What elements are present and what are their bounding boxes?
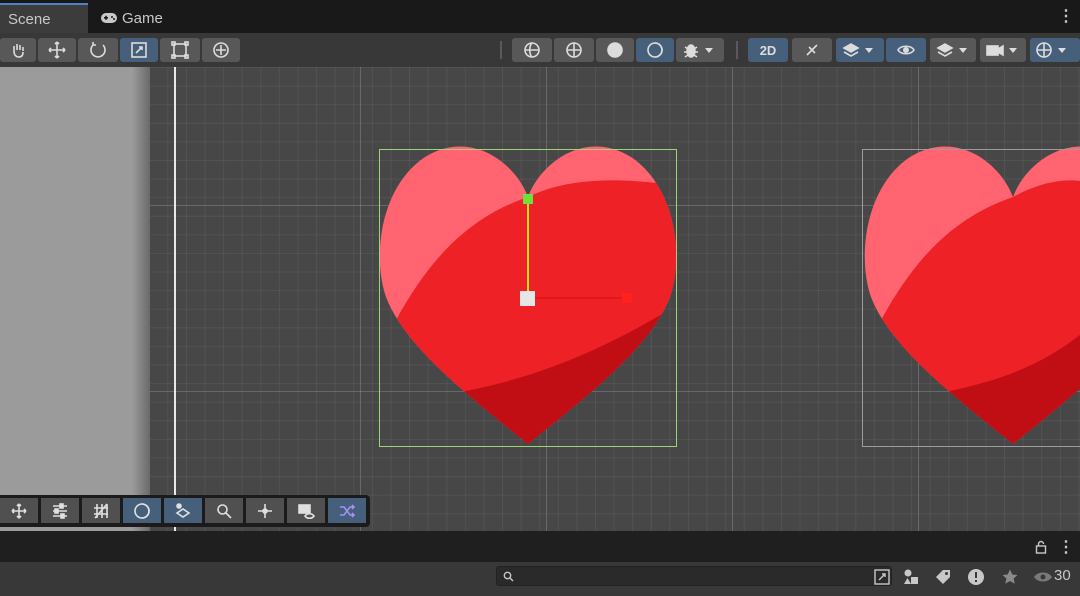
lighting-toggle-button[interactable] bbox=[792, 38, 832, 62]
eye-visibility-icon[interactable] bbox=[1033, 570, 1053, 584]
gizmo-center-handle[interactable] bbox=[520, 291, 535, 306]
move-icon bbox=[48, 41, 66, 59]
monitor-eye-icon bbox=[298, 503, 315, 519]
overlay-shuffle-button[interactable] bbox=[328, 498, 366, 523]
gizmo-x-handle[interactable] bbox=[622, 293, 632, 303]
tag-icon bbox=[936, 570, 950, 584]
debug-draw-dropdown[interactable] bbox=[676, 38, 724, 62]
light-off-icon bbox=[806, 44, 818, 56]
scene-visibility-button[interactable] bbox=[886, 38, 926, 62]
overlay-pivot-button[interactable] bbox=[246, 498, 284, 523]
camera-icon bbox=[986, 44, 1004, 57]
move-arrows-icon bbox=[11, 502, 27, 519]
hand-icon bbox=[13, 44, 24, 58]
lock-icon[interactable] bbox=[1035, 540, 1047, 554]
scene-objects bbox=[379, 127, 1080, 467]
sliders-icon bbox=[53, 502, 67, 519]
tab-bar: Scene Game ⋮ bbox=[0, 0, 1080, 33]
overlay-navmesh-button[interactable] bbox=[164, 498, 202, 523]
transform-tool-button[interactable] bbox=[202, 38, 240, 62]
bug-icon bbox=[684, 44, 698, 58]
tab-scene[interactable]: Scene bbox=[0, 3, 88, 33]
expand-search-icon bbox=[874, 569, 890, 585]
search-icon bbox=[503, 571, 514, 582]
camera-dropdown[interactable] bbox=[980, 38, 1026, 62]
lighting-icon bbox=[647, 42, 663, 58]
panel-menu-kebab-icon[interactable]: ⋮ bbox=[1058, 540, 1074, 556]
tab-scene-label: Scene bbox=[8, 10, 51, 28]
transform-icon bbox=[213, 42, 229, 58]
shaded-wireframe-icon bbox=[566, 42, 582, 58]
tab-game-label: Game bbox=[122, 9, 163, 27]
navigation-icon bbox=[175, 502, 191, 518]
gizmos-dropdown[interactable] bbox=[1030, 38, 1080, 62]
scale-icon bbox=[131, 42, 147, 58]
hand-tool-button[interactable] bbox=[0, 38, 36, 62]
overlay-lighting-button[interactable] bbox=[123, 498, 161, 523]
shaded-mode-button[interactable] bbox=[596, 38, 634, 62]
scene-effects-dropdown[interactable] bbox=[836, 38, 884, 62]
move-tool-button[interactable] bbox=[38, 38, 76, 62]
overlay-search-button[interactable] bbox=[205, 498, 243, 523]
heart-sprite-duplicate[interactable] bbox=[855, 127, 1080, 467]
star-icon bbox=[1002, 569, 1018, 584]
2d-mode-label: 2D bbox=[759, 42, 777, 58]
chevron-down-icon bbox=[1009, 48, 1017, 53]
scene-toolbar: 2D bbox=[0, 33, 1080, 68]
overlay-grid-button[interactable] bbox=[82, 498, 120, 523]
chevron-down-icon bbox=[1058, 48, 1066, 53]
grid-hatch-icon bbox=[94, 502, 108, 519]
chevron-down-icon bbox=[705, 48, 713, 53]
lighting-mode-button[interactable] bbox=[636, 38, 674, 62]
2d-mode-button[interactable]: 2D bbox=[748, 38, 788, 62]
tab-game[interactable]: Game bbox=[100, 3, 163, 33]
panel-header-strip: ⋮ bbox=[0, 531, 1080, 562]
shuffle-icon bbox=[340, 503, 356, 518]
scene-viewport[interactable] bbox=[0, 67, 1080, 531]
rect-tool-button[interactable] bbox=[160, 38, 200, 62]
gizmo-y-handle[interactable] bbox=[523, 194, 533, 204]
filter-by-label-button[interactable] bbox=[932, 566, 954, 588]
visible-object-count: 30 bbox=[1054, 567, 1071, 584]
favorites-button[interactable] bbox=[999, 566, 1021, 588]
wireframe-mode-button[interactable] bbox=[512, 38, 552, 62]
overlay-settings-button[interactable] bbox=[41, 498, 79, 523]
warning-circle-icon bbox=[968, 569, 984, 585]
layers-dropdown[interactable] bbox=[930, 38, 976, 62]
scale-tool-button[interactable] bbox=[120, 38, 158, 62]
tab-menu-kebab-icon[interactable]: ⋮ bbox=[1058, 9, 1074, 25]
moon-lighting-icon bbox=[134, 502, 150, 519]
toolbar-separator bbox=[500, 41, 502, 59]
magnifier-icon bbox=[217, 503, 232, 519]
search-input[interactable] bbox=[496, 566, 892, 586]
layers-stack-icon bbox=[842, 43, 860, 57]
shaded-sphere-icon bbox=[607, 42, 623, 58]
gamepad-icon bbox=[101, 13, 117, 23]
pivot-nodes-icon bbox=[258, 503, 272, 518]
shaded-wireframe-mode-button[interactable] bbox=[554, 38, 594, 62]
shapes-filter-icon bbox=[904, 569, 918, 584]
eye-icon bbox=[897, 45, 915, 55]
console-warnings-button[interactable] bbox=[965, 566, 987, 588]
chevron-down-icon bbox=[959, 48, 967, 53]
toolbar-separator bbox=[736, 41, 738, 59]
overlay-move-button[interactable] bbox=[0, 498, 38, 523]
rect-transform-icon bbox=[171, 41, 189, 59]
layers-icon bbox=[936, 43, 954, 57]
gizmo-globe-icon bbox=[1036, 42, 1052, 58]
overlay-toolbar bbox=[0, 495, 370, 527]
overlay-visibility-button[interactable] bbox=[287, 498, 325, 523]
chevron-down-icon bbox=[865, 48, 873, 53]
rotate-tool-button[interactable] bbox=[78, 38, 118, 62]
rotate-icon bbox=[90, 42, 106, 58]
search-options-button[interactable] bbox=[871, 566, 893, 588]
wireframe-sphere-icon bbox=[524, 42, 540, 58]
filter-by-type-button[interactable] bbox=[900, 566, 922, 588]
